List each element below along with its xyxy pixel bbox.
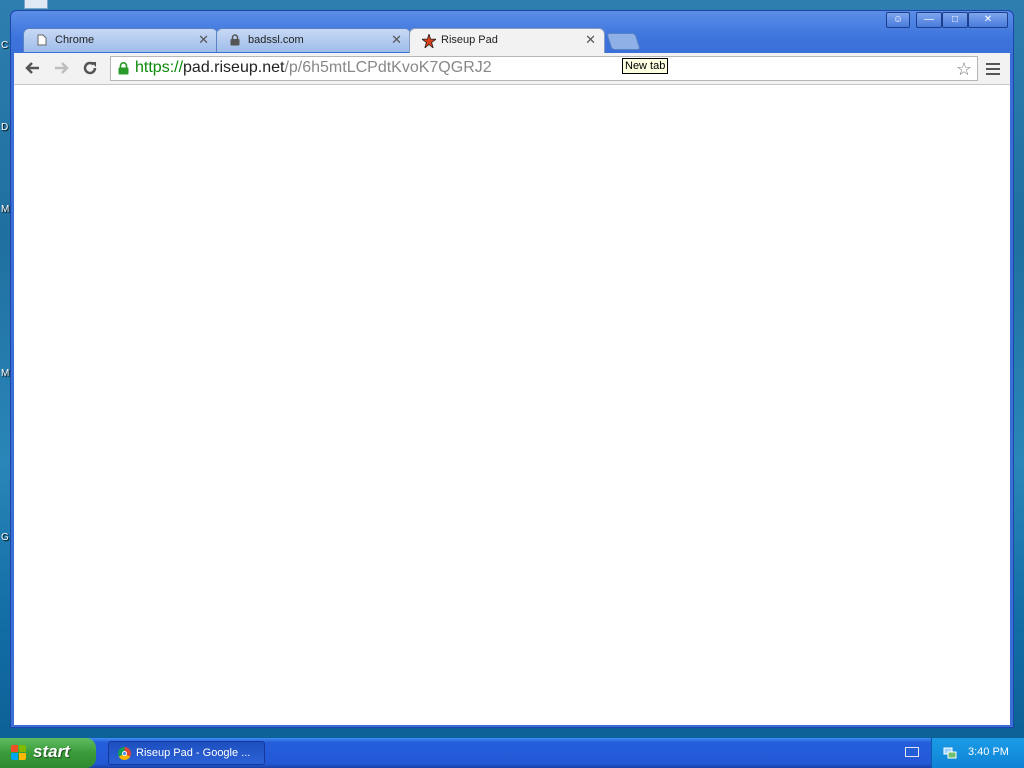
minimize-icon: — — [924, 14, 934, 25]
browser-toolbar: https://pad.riseup.net/p/6h5mtLCPdtKvoK7… — [14, 53, 1010, 85]
desktop-icon-label[interactable]: M — [1, 368, 9, 379]
url-scheme: https:// — [135, 59, 184, 76]
browser-window: ☺ — □ ✕ Chrome ✕ badssl.com ✕ Riseup Pad… — [10, 10, 1014, 728]
keyboard-icon[interactable] — [905, 747, 919, 757]
url-text: https://pad.riseup.net/p/6h5mtLCPdtKvoK7… — [135, 59, 492, 77]
address-bar[interactable]: https://pad.riseup.net/p/6h5mtLCPdtKvoK7… — [110, 56, 978, 81]
minimize-button[interactable]: — — [916, 12, 942, 28]
clock[interactable]: 3:40 PM — [968, 746, 1009, 758]
taskbar-item-label: Riseup Pad - Google ... — [136, 747, 251, 759]
arrow-left-icon — [25, 62, 39, 74]
network-icon[interactable] — [943, 746, 957, 759]
url-host: pad.riseup.net — [183, 59, 285, 76]
tab-label: Chrome — [55, 34, 95, 46]
close-tab-icon[interactable]: ✕ — [198, 33, 209, 47]
chrome-icon — [118, 747, 131, 760]
desktop-icon-label[interactable]: M — [1, 204, 9, 215]
tab-riseup-pad[interactable]: Riseup Pad ✕ — [409, 28, 605, 53]
back-button[interactable] — [22, 59, 44, 79]
close-window-button[interactable]: ✕ — [968, 12, 1008, 28]
close-icon: ✕ — [983, 14, 993, 25]
restore-icon: □ — [951, 14, 959, 25]
desktop-icon-label[interactable]: D — [1, 122, 8, 133]
system-tray: 3:40 PM — [931, 738, 1024, 768]
tab-chrome[interactable]: Chrome ✕ — [23, 28, 218, 52]
forward-button[interactable] — [50, 59, 72, 79]
tooltip: New tab — [622, 58, 669, 74]
title-bar[interactable]: ☺ — □ ✕ Chrome ✕ badssl.com ✕ Riseup Pad… — [11, 11, 1013, 55]
desktop-icon[interactable] — [24, 0, 48, 9]
new-tab-button[interactable] — [606, 33, 641, 50]
close-tab-icon[interactable]: ✕ — [585, 33, 596, 47]
start-label: start — [33, 742, 70, 761]
tab-label: badssl.com — [248, 34, 304, 46]
taskbar: start Riseup Pad - Google ... 3:40 PM — [0, 738, 1024, 768]
page-content[interactable] — [14, 85, 1010, 725]
close-tab-icon[interactable]: ✕ — [391, 33, 402, 47]
start-button[interactable]: start — [0, 738, 96, 768]
secure-lock-icon — [118, 62, 129, 75]
arrow-right-icon — [55, 62, 69, 74]
lock-icon — [229, 34, 241, 46]
bookmark-star-icon[interactable]: ☆ — [956, 59, 972, 80]
user-profile-button[interactable]: ☺ — [886, 12, 910, 28]
desktop-icon-label[interactable]: G — [1, 532, 9, 543]
desktop-icon-label[interactable]: C — [1, 40, 8, 51]
menu-icon[interactable] — [986, 60, 1000, 76]
windows-logo-icon — [11, 745, 27, 761]
user-icon: ☺ — [892, 14, 904, 25]
reload-icon — [83, 61, 97, 75]
taskbar-item-chrome[interactable]: Riseup Pad - Google ... — [108, 741, 265, 765]
riseup-star-icon — [420, 32, 438, 50]
tab-label: Riseup Pad — [441, 34, 498, 46]
reload-button[interactable] — [79, 59, 101, 79]
page-icon — [36, 34, 48, 46]
url-path: /p/6h5mtLCPdtKvoK7QGRJ2 — [284, 59, 492, 76]
tab-badssl[interactable]: badssl.com ✕ — [216, 28, 411, 52]
maximize-button[interactable]: □ — [942, 12, 968, 28]
